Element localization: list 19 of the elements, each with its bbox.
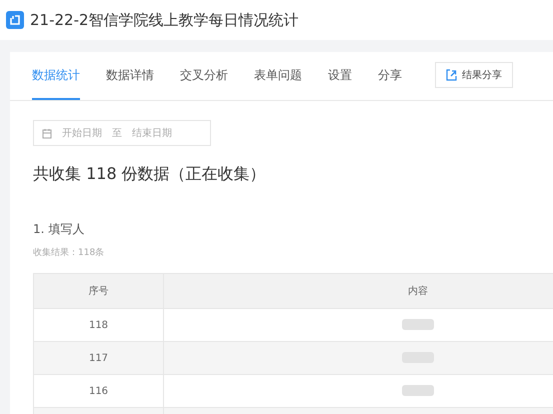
table-cell: 117 <box>34 342 164 374</box>
question-title: 1. 填写人 <box>33 221 86 238</box>
collection-summary: 共收集 118 份数据（正在收集） <box>33 164 267 185</box>
share-results-button[interactable]: 结果分享 <box>435 62 513 88</box>
calendar-icon <box>42 128 52 138</box>
tab[interactable]: 分享 <box>378 52 402 100</box>
share-icon <box>446 69 457 81</box>
end-date-placeholder: 结束日期 <box>132 126 172 140</box>
column-header: 序号 <box>34 274 164 308</box>
result-count: 收集结果：118条 <box>33 246 106 259</box>
range-separator: 至 <box>112 127 122 140</box>
form-title: 21-22-2智信学院线上教学每日情况统计 <box>30 10 299 30</box>
column-header: 内容 <box>164 274 553 308</box>
tab[interactable]: 交叉分析 <box>180 52 228 100</box>
tab[interactable]: 表单问题 <box>254 52 302 100</box>
start-date-placeholder: 开始日期 <box>62 126 102 140</box>
form-logo-icon <box>6 11 24 29</box>
tab[interactable]: 数据详情 <box>106 52 154 100</box>
tab[interactable]: 设置 <box>328 52 352 100</box>
